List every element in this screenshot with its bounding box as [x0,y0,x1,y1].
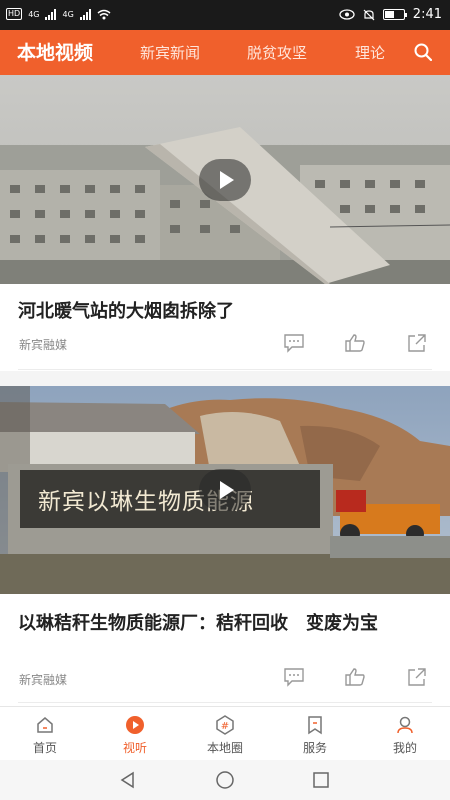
battery-icon [382,9,407,20]
back-icon[interactable] [118,770,138,790]
nav-label: 首页 [32,741,57,755]
play-circle-icon [126,716,144,734]
network-type-1: 4G [28,9,40,19]
top-tab-bar: 本地视频 新宾新闻 脱贫攻坚 理论 [0,30,450,75]
comment-icon[interactable] [283,333,305,353]
mute-icon [363,9,375,20]
tab-local-video[interactable]: 本地视频 [17,38,93,65]
search-icon[interactable] [414,43,432,61]
tab-poverty-alleviation[interactable]: 脱贫攻坚 [247,42,307,63]
play-button-2[interactable] [199,469,251,511]
nav-label: 我的 [392,741,417,755]
svg-text:#: # [221,721,229,732]
recents-icon[interactable] [311,770,331,790]
video-source-2: 新宾融媒 [19,673,68,687]
eye-icon [339,9,355,20]
video-thumbnail-1[interactable] [0,75,450,284]
video-source-1: 新宾融媒 [19,338,68,352]
tab-theory[interactable]: 理论 [355,42,385,63]
nav-audiovisual[interactable]: 视听 [90,707,180,761]
user-icon [397,716,413,734]
hashtag-icon: # [216,715,234,735]
nav-local-circle[interactable]: # 本地圈 [180,707,270,761]
nav-label: 服务 [302,741,327,755]
bookmark-icon [308,716,322,735]
home-circle-icon[interactable] [215,770,235,790]
feed-gap [0,371,450,386]
signal-icon [45,8,57,20]
nav-home[interactable]: 首页 [0,707,90,761]
share-icon[interactable] [406,667,428,687]
divider [18,369,432,370]
video-thumbnail-2[interactable]: 新宾以琳生物质能源 [0,386,450,594]
comment-icon[interactable] [283,667,305,687]
wifi-icon [97,9,111,19]
video-title-1[interactable]: 河北暖气站的大烟囱拆除了 [18,298,433,325]
home-icon [37,717,53,733]
play-button-1[interactable] [199,159,251,201]
nav-label: 本地圈 [206,741,243,755]
system-nav-bar [0,760,450,800]
network-type-2: 4G [62,9,74,19]
hd-badge: HD [6,8,23,20]
signal-icon-2 [79,8,91,20]
like-icon[interactable] [344,667,366,687]
divider [18,702,432,703]
nav-label: 视听 [122,741,147,755]
tab-xinbin-news[interactable]: 新宾新闻 [140,42,200,63]
status-bar: HD 4G 4G 2:41 [0,0,450,30]
clock: 2:41 [412,7,442,22]
nav-services[interactable]: 服务 [270,707,360,761]
nav-profile[interactable]: 我的 [360,707,450,761]
bottom-nav: 首页 视听 # 本地圈 服务 我的 [0,706,450,760]
share-icon[interactable] [406,333,428,353]
video-title-2[interactable]: 以琳秸秆生物质能源厂：秸秆回收 变废为宝 [18,610,433,637]
like-icon[interactable] [344,333,366,353]
